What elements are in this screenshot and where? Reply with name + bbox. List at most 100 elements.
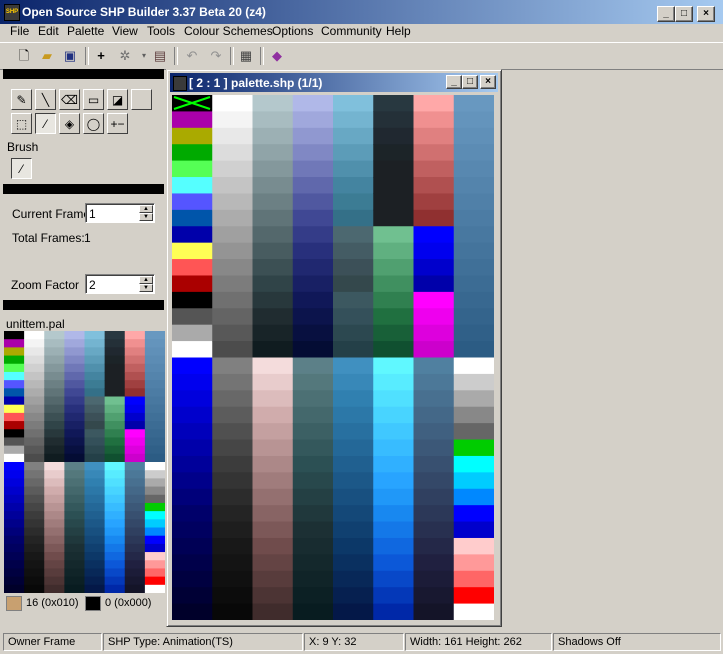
palette-cell[interactable]: [212, 324, 253, 342]
minimize-button[interactable]: _: [657, 6, 675, 22]
palette-cell[interactable]: [44, 494, 65, 504]
palette-cell[interactable]: [84, 494, 106, 504]
palette-cell[interactable]: [84, 511, 106, 520]
pencil-tool-icon[interactable]: ✎: [11, 89, 32, 110]
palette-cell[interactable]: [24, 568, 45, 578]
palette-cell[interactable]: [453, 242, 495, 260]
ellipse-tool-icon[interactable]: ◯: [83, 113, 104, 134]
palette-cell[interactable]: [373, 209, 414, 227]
palette-cell[interactable]: [4, 462, 25, 471]
palette-cell[interactable]: [333, 308, 374, 326]
palette-cell[interactable]: [453, 455, 495, 473]
palette-cell[interactable]: [413, 242, 455, 260]
palette-cell[interactable]: [413, 406, 455, 424]
palette-cell[interactable]: [144, 584, 165, 593]
palette-cell[interactable]: [252, 242, 294, 260]
palette-cell[interactable]: [252, 455, 294, 473]
palette-cell[interactable]: [172, 587, 213, 605]
palette-cell[interactable]: [144, 535, 165, 545]
palette-cell[interactable]: [333, 226, 374, 244]
palette-cell[interactable]: [84, 478, 106, 488]
current-frame-stepper[interactable]: 1 ▲ ▼: [85, 203, 155, 223]
palette-cell[interactable]: [24, 355, 45, 365]
palette-cell[interactable]: [172, 554, 213, 572]
palette-cell[interactable]: [44, 527, 65, 537]
palette-cell[interactable]: [292, 521, 334, 539]
palette-cell[interactable]: [453, 390, 495, 408]
palette-cell[interactable]: [292, 423, 334, 441]
palette-cell[interactable]: [124, 396, 146, 406]
palette-cell[interactable]: [104, 502, 126, 512]
palette-cell[interactable]: [64, 576, 86, 586]
doc-close-button[interactable]: ×: [480, 75, 496, 89]
palette-cell[interactable]: [333, 193, 374, 211]
palette-cell[interactable]: [252, 127, 294, 145]
brush-dropper-icon[interactable]: ⁄: [11, 158, 32, 179]
palette-cell[interactable]: [144, 421, 165, 430]
palette-grid[interactable]: [4, 331, 165, 593]
palette-cell[interactable]: [84, 429, 106, 438]
palette-cell[interactable]: [292, 505, 334, 523]
palette-cell[interactable]: [104, 462, 126, 471]
palette-cell[interactable]: [64, 347, 86, 357]
menu-colour-schemes[interactable]: Colour Schemes: [184, 24, 273, 38]
palette-cell[interactable]: [252, 521, 294, 539]
palette-cell[interactable]: [373, 95, 414, 112]
palette-cell[interactable]: [292, 259, 334, 276]
palette-cell[interactable]: [453, 291, 495, 309]
drawing-canvas[interactable]: [172, 95, 495, 621]
palette-cell[interactable]: [24, 339, 45, 348]
palette-cell[interactable]: [212, 488, 253, 506]
palette-cell[interactable]: [373, 111, 414, 129]
zoom-factor-stepper[interactable]: 2 ▲ ▼: [85, 274, 155, 294]
palette-cell[interactable]: [4, 363, 25, 373]
palette-cell[interactable]: [144, 331, 165, 340]
palette-cell[interactable]: [212, 242, 253, 260]
palette-cell[interactable]: [172, 275, 213, 293]
palette-cell[interactable]: [252, 226, 294, 244]
palette-cell[interactable]: [373, 275, 414, 293]
palette-cell[interactable]: [453, 144, 495, 162]
palette-cell[interactable]: [453, 111, 495, 129]
palette-cell[interactable]: [144, 552, 165, 561]
palette-cell[interactable]: [84, 421, 106, 430]
palette-cell[interactable]: [333, 357, 374, 375]
palette-cell[interactable]: [84, 412, 106, 422]
palette-cell[interactable]: [64, 584, 86, 593]
palette-cell[interactable]: [172, 521, 213, 539]
palette-cell[interactable]: [373, 160, 414, 178]
palette-cell[interactable]: [64, 355, 86, 365]
palette-cell[interactable]: [104, 568, 126, 578]
palette-cell[interactable]: [104, 339, 126, 348]
palette-cell[interactable]: [333, 291, 374, 309]
palette-cell[interactable]: [124, 462, 146, 471]
palette-cell[interactable]: [24, 494, 45, 504]
palette-cell[interactable]: [4, 584, 25, 593]
palette-cell[interactable]: [4, 339, 25, 348]
palette-cell[interactable]: [292, 209, 334, 227]
maximize-button[interactable]: □: [675, 6, 693, 22]
palette-cell[interactable]: [84, 543, 106, 553]
palette-cell[interactable]: [24, 486, 45, 496]
palette-cell[interactable]: [292, 111, 334, 129]
palette-cell[interactable]: [104, 421, 126, 430]
palette-cell[interactable]: [124, 568, 146, 578]
menu-options[interactable]: Options: [272, 24, 313, 38]
palette-cell[interactable]: [104, 470, 126, 479]
palette-cell[interactable]: [64, 388, 86, 397]
palette-cell[interactable]: [292, 242, 334, 260]
palette-cell[interactable]: [24, 421, 45, 430]
palette-cell[interactable]: [24, 404, 45, 414]
palette-cell[interactable]: [413, 209, 455, 227]
palette-cell[interactable]: [84, 331, 106, 340]
eraser-tool-icon[interactable]: ⌫: [59, 89, 80, 110]
palette-cell[interactable]: [104, 331, 126, 340]
palette-cell[interactable]: [84, 486, 106, 496]
palette-cell[interactable]: [104, 396, 126, 406]
palette-cell[interactable]: [172, 570, 213, 588]
palette-cell[interactable]: [252, 554, 294, 572]
palette-cell[interactable]: [64, 478, 86, 488]
palette-cell[interactable]: [84, 404, 106, 414]
palette-cell[interactable]: [44, 371, 65, 381]
palette-cell[interactable]: [24, 371, 45, 381]
